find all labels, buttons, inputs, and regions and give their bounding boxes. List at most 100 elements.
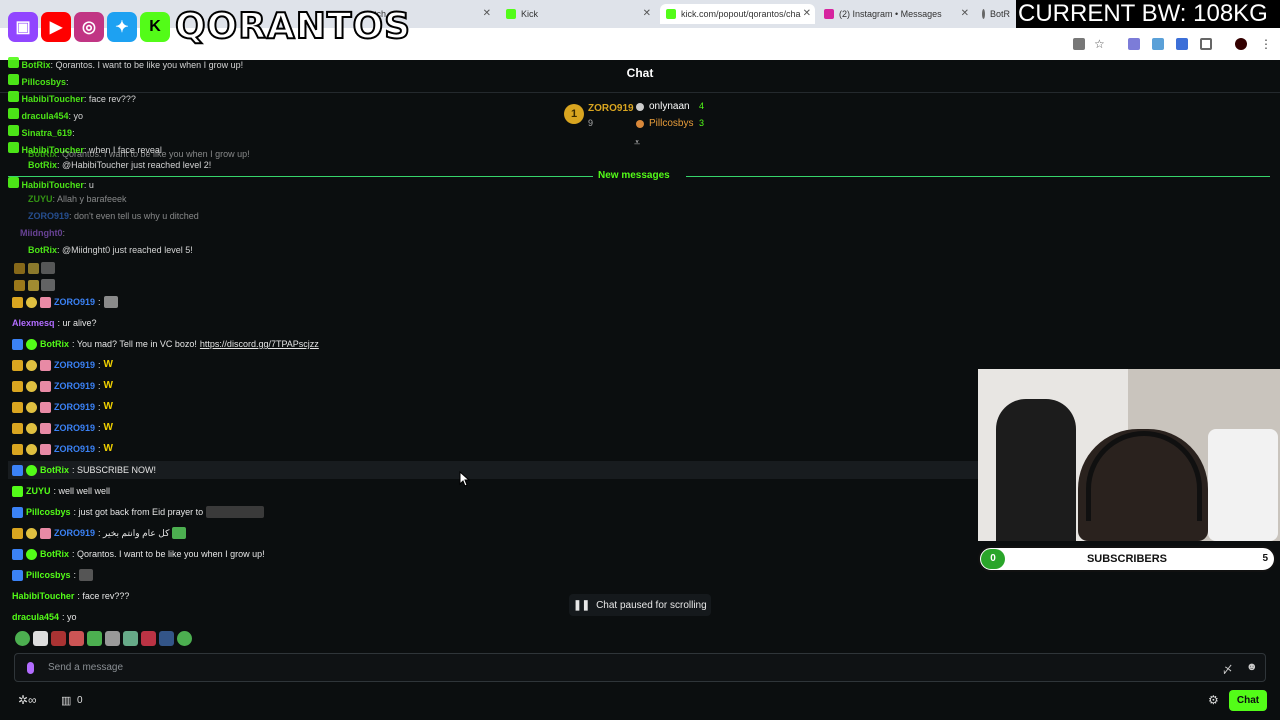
close-icon[interactable]: ✕ bbox=[643, 8, 651, 19]
gifter-name[interactable]: ZORO919 bbox=[588, 103, 634, 114]
puzzle-icon[interactable] bbox=[1200, 38, 1212, 50]
message-text: : Allah y barafeeek bbox=[52, 194, 127, 204]
username[interactable]: ZUYU bbox=[28, 194, 53, 204]
emoji-icon[interactable]: ☻ bbox=[1246, 661, 1258, 673]
banana-icon bbox=[26, 296, 37, 308]
username[interactable]: ZORO919 bbox=[54, 419, 95, 437]
username[interactable]: BotRix bbox=[28, 149, 57, 159]
tab-kick-popout[interactable]: kick.com/popout/qorantos/cha ✕ bbox=[660, 4, 815, 24]
tab-botrix[interactable]: BotR bbox=[976, 4, 1016, 24]
translate-icon[interactable] bbox=[1073, 38, 1085, 50]
emote-icon[interactable] bbox=[87, 631, 102, 646]
tab-instagram[interactable]: (2) Instagram • Messages ✕ bbox=[818, 4, 973, 24]
emote-icon bbox=[41, 279, 56, 291]
username[interactable]: ZORO919 bbox=[54, 440, 95, 458]
username[interactable]: BotRix bbox=[28, 245, 57, 255]
message-input[interactable]: Send a message 〆 ☻ bbox=[14, 653, 1266, 682]
username[interactable]: Pillcosbys bbox=[26, 503, 71, 521]
username[interactable]: ZORO919 bbox=[54, 524, 95, 542]
collapse-icon[interactable]: ⩡ bbox=[634, 137, 640, 150]
emote-icon: W bbox=[103, 359, 113, 370]
gifter-name[interactable]: onlynaan bbox=[649, 101, 690, 112]
instagram-icon: ◎ bbox=[74, 11, 104, 42]
message-text: : @Miidnght0 just reached level 5! bbox=[57, 245, 193, 255]
banana-icon bbox=[27, 263, 39, 274]
points-icon[interactable]: ✲∞ bbox=[18, 693, 37, 707]
kick-icon: K bbox=[140, 11, 170, 42]
chat-message: Pillcosbys: bbox=[8, 74, 69, 87]
emote-icon[interactable] bbox=[69, 631, 84, 646]
close-icon[interactable]: ✕ bbox=[803, 8, 811, 19]
emote-icon[interactable] bbox=[141, 631, 156, 646]
subscriber-goal-bar: 0 SUBSCRIBERS 5 bbox=[978, 546, 1276, 572]
extension-icon[interactable] bbox=[1128, 38, 1140, 50]
banana-icon bbox=[26, 401, 37, 413]
gifter-name[interactable]: Pillcosbys bbox=[649, 118, 693, 129]
message-text: : well well well bbox=[53, 486, 111, 496]
avatar[interactable] bbox=[1235, 38, 1247, 50]
emote-icon[interactable] bbox=[123, 631, 138, 646]
username[interactable]: dracula454 bbox=[22, 111, 69, 121]
more-menu-icon[interactable]: ⋮ bbox=[1260, 38, 1272, 50]
settings-gear-icon[interactable]: ⚙ bbox=[1208, 693, 1219, 707]
emote-icon[interactable] bbox=[159, 631, 174, 646]
username[interactable]: Sinatra_619 bbox=[22, 128, 73, 138]
username[interactable]: ZORO919 bbox=[28, 211, 69, 221]
emote-icon[interactable] bbox=[177, 631, 192, 646]
emote-icon[interactable] bbox=[51, 631, 66, 646]
gift-icon bbox=[40, 296, 51, 308]
username[interactable]: ZORO919 bbox=[54, 398, 95, 416]
username[interactable]: ZORO919 bbox=[54, 356, 95, 374]
crown-icon bbox=[12, 296, 23, 308]
username[interactable]: HabibiToucher bbox=[22, 94, 84, 104]
username[interactable]: HabibiToucher bbox=[12, 587, 74, 605]
extension-icon[interactable] bbox=[1176, 38, 1188, 50]
chat-message: ZORO919 : W bbox=[12, 419, 118, 437]
username[interactable]: ZORO919 bbox=[54, 377, 95, 395]
moderator-icon bbox=[12, 338, 23, 350]
gift-icon[interactable]: ▥ bbox=[61, 694, 71, 707]
message-text: : bbox=[72, 128, 75, 138]
chat-paused-button[interactable]: ❚❚ Chat paused for scrolling bbox=[569, 594, 711, 616]
gifter-count: 9 bbox=[588, 118, 594, 128]
emote-icon[interactable] bbox=[15, 631, 30, 646]
close-icon[interactable]: ✕ bbox=[961, 8, 969, 19]
send-chat-button[interactable]: Chat bbox=[1229, 690, 1267, 711]
username[interactable]: Pillcosbys bbox=[22, 77, 67, 87]
crown-icon bbox=[12, 422, 23, 434]
username[interactable]: ZUYU bbox=[26, 482, 51, 500]
banana-icon bbox=[26, 443, 37, 455]
username[interactable]: BotRix bbox=[40, 335, 69, 353]
microphone-icon[interactable] bbox=[27, 662, 34, 674]
username[interactable]: Miidnght0 bbox=[20, 228, 63, 238]
username[interactable]: ZORO919 bbox=[54, 293, 95, 311]
emote-icon: W bbox=[103, 380, 113, 391]
discord-link[interactable]: https://discord.gg/7TPAPscjzz bbox=[200, 335, 319, 353]
chat-message: BotRix : SUBSCRIBE NOW! bbox=[8, 461, 978, 479]
emote-icon[interactable] bbox=[33, 631, 48, 646]
username[interactable]: HabibiToucher bbox=[22, 180, 84, 190]
tab-kick[interactable]: Kick ✕ bbox=[500, 4, 655, 24]
pepe-emote-icon bbox=[172, 527, 187, 539]
username[interactable]: Pillcosbys bbox=[26, 566, 71, 584]
gift-icon bbox=[40, 359, 51, 371]
username[interactable]: BotRix bbox=[40, 461, 69, 479]
message-text: : SUBSCRIBE NOW! bbox=[72, 465, 157, 475]
username[interactable]: Alexmesq bbox=[12, 314, 55, 332]
verified-icon bbox=[26, 548, 37, 560]
username[interactable]: BotRix bbox=[22, 60, 51, 70]
close-icon[interactable]: ✕ bbox=[483, 8, 491, 19]
chat-message: HabibiToucher: u bbox=[8, 177, 94, 190]
kick-icon bbox=[8, 125, 19, 136]
chair-back bbox=[1208, 429, 1278, 541]
username[interactable]: BotRix bbox=[28, 160, 57, 170]
username[interactable]: dracula454 bbox=[12, 608, 59, 626]
message-text: : yo bbox=[68, 111, 84, 121]
username[interactable]: BotRix bbox=[40, 545, 69, 563]
kick-emote-icon[interactable]: 〆 bbox=[1222, 661, 1233, 677]
emote-icon[interactable] bbox=[105, 631, 120, 646]
star-icon[interactable]: ☆ bbox=[1094, 38, 1106, 50]
extension-icon[interactable] bbox=[1152, 38, 1164, 50]
message-text: : bbox=[98, 444, 101, 454]
chat-message: ZORO919 : W bbox=[12, 398, 118, 416]
